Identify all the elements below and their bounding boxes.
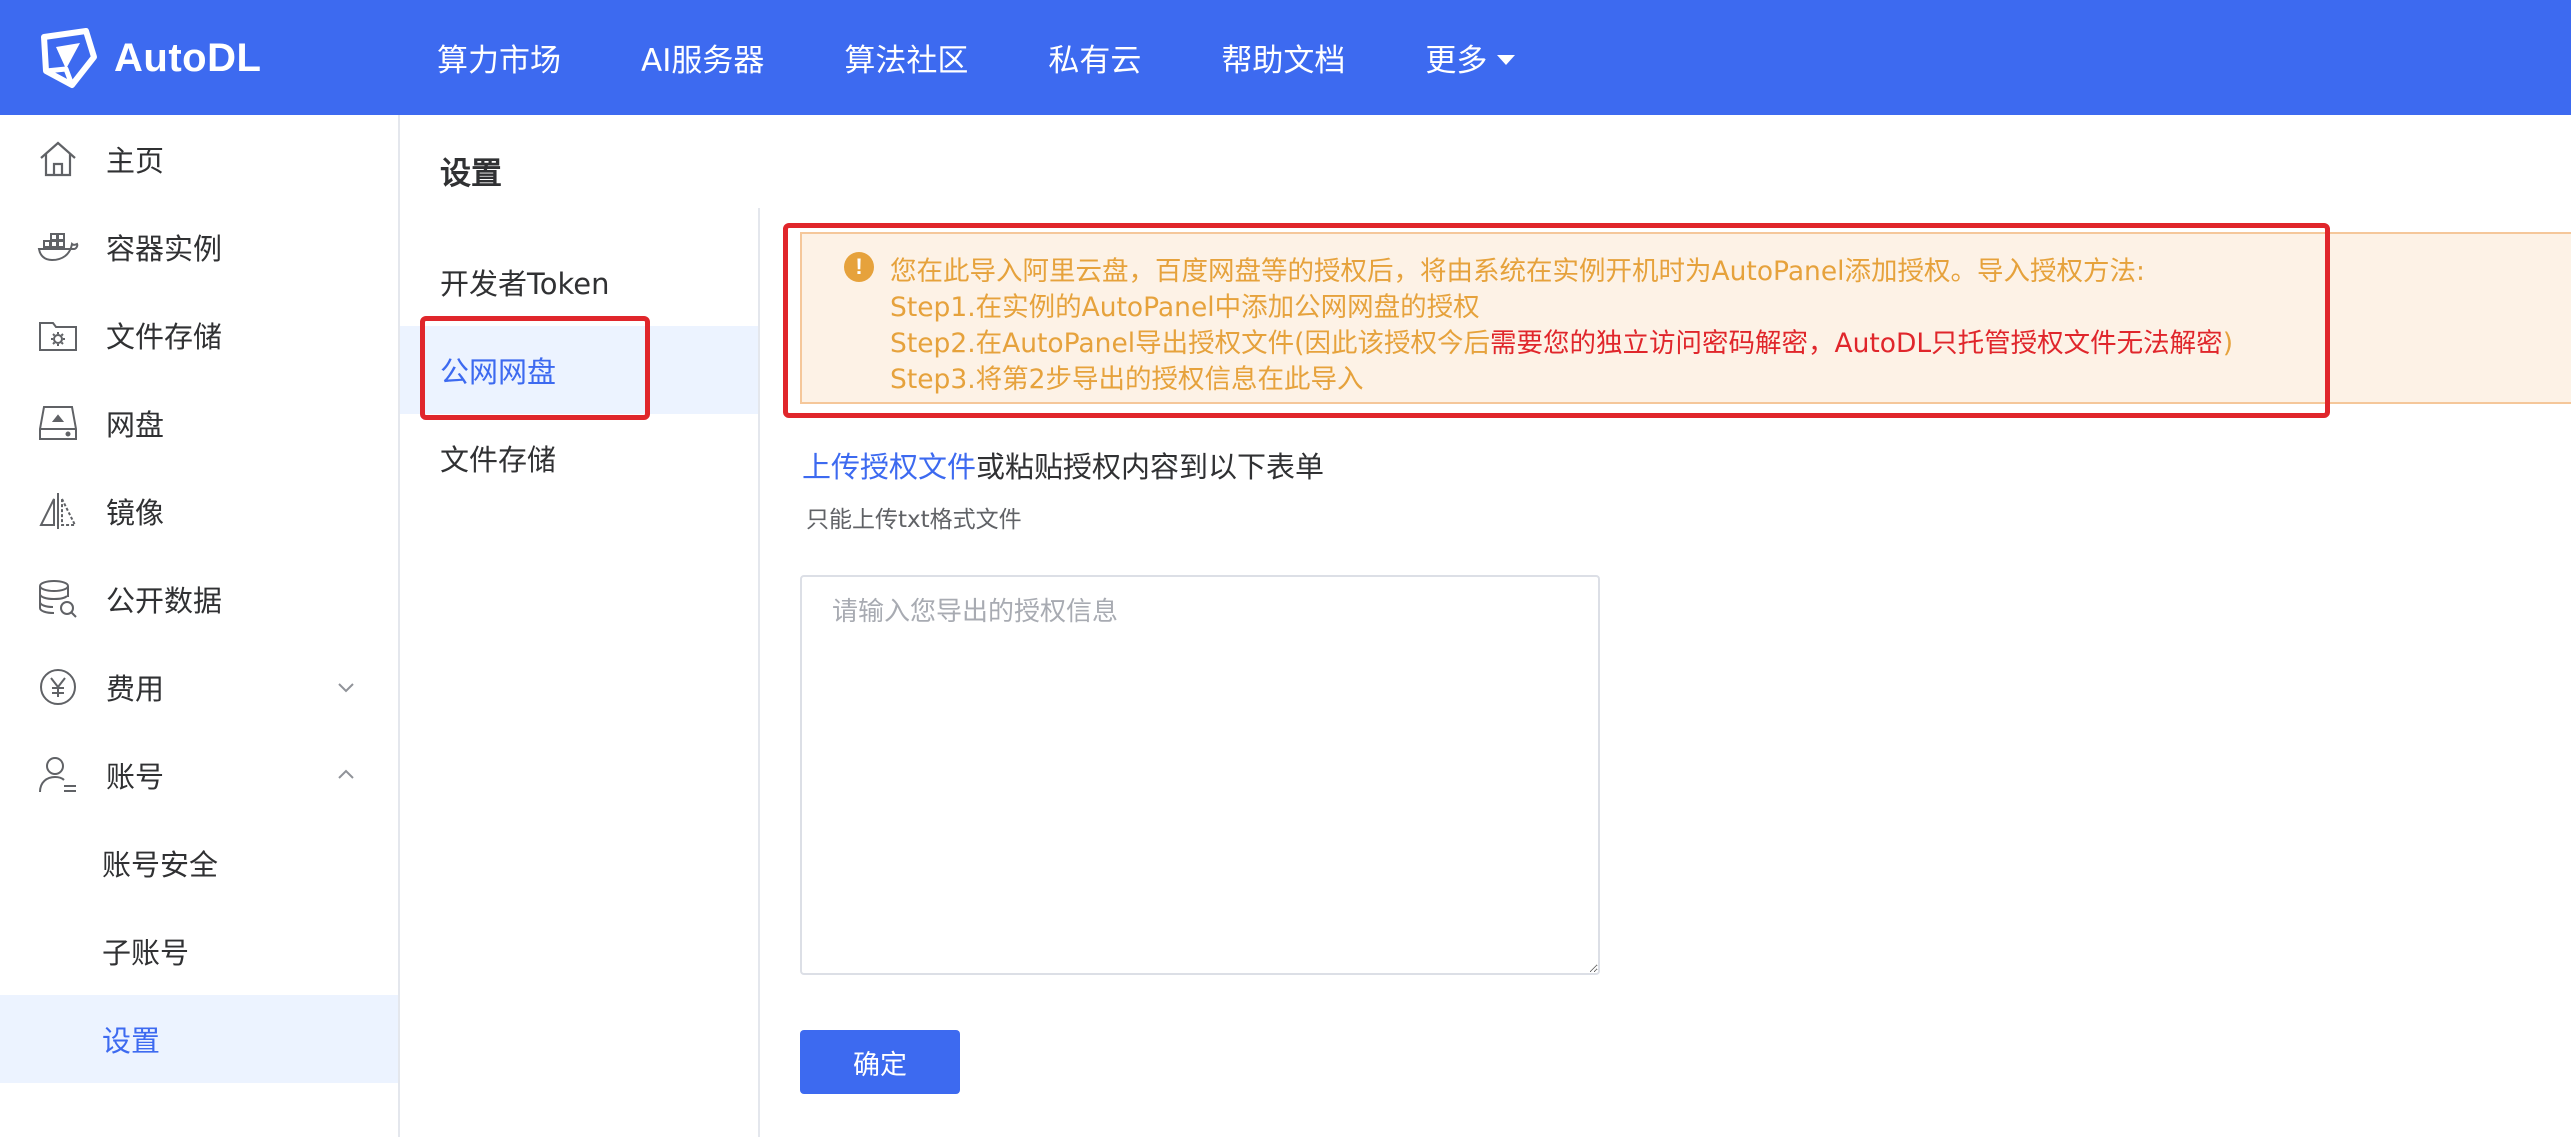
folder-gear-icon [39,322,77,351]
tab-developer-token[interactable]: 开发者Token [400,238,758,326]
sidebar-item-public-data[interactable]: 公开数据 [0,555,398,643]
yen-icon [40,669,76,705]
home-icon [40,141,76,177]
nav-item-compute-market[interactable]: 算力市场 [437,35,561,80]
user-icon [39,757,76,793]
alert-line-3-prefix: Step2.在AutoPanel导出授权文件(因此该授权今后 [890,328,1490,359]
chevron-up-icon [338,769,354,779]
nav-item-ai-server[interactable]: AI服务器 [641,35,764,80]
alert-line-1: 您在此导入阿里云盘，百度网盘等的授权后，将由系统在实例开机时为AutoPanel… [890,256,2145,287]
sidebar-item-label: 账号安全 [102,848,219,882]
page-title: 设置 [440,156,502,192]
brand-name: AutoDL [114,35,262,80]
sidebar-item-file-storage[interactable]: 文件存储 [0,291,398,379]
upload-instructions: 上传授权文件或粘贴授权内容到以下表单 [802,444,1324,486]
sidebar-item-containers[interactable]: 容器实例 [0,203,398,291]
sidebar-item-label: 公开数据 [106,584,223,618]
tab-file-storage[interactable]: 文件存储 [400,414,758,502]
sidebar-item-label: 网盘 [106,408,165,442]
docker-icon [37,233,79,262]
confirm-button[interactable]: 确定 [800,1030,960,1094]
alert-line-3-suffix: ) [2222,328,2234,359]
sidebar-item-images[interactable]: 镜像 [0,467,398,555]
autodl-logo-icon [41,28,97,88]
sidebar-item-label: 账号 [106,760,165,794]
sidebar-item-label: 子账号 [102,936,190,970]
mirror-icon [39,493,77,529]
chevron-down-icon [338,683,354,693]
nav-item-help-docs[interactable]: 帮助文档 [1221,35,1345,80]
tab-public-net-disk[interactable]: 公网网盘 [400,326,758,414]
alert-line-3-emphasis: 需要您的独立访问密码解密，AutoDL只托管授权文件无法解密 [1489,328,2223,359]
database-search-icon [39,580,77,618]
nav-item-algorithm-community[interactable]: 算法社区 [844,35,968,80]
upload-auth-file-link[interactable]: 上传授权文件 [802,450,976,484]
main-nav: 算力市场 AI服务器 算法社区 私有云 帮助文档 更多 [437,0,1595,115]
sidebar-item-label: 主页 [106,144,165,178]
sidebar-item-account[interactable]: 账号 [0,731,398,819]
alert-line-3: Step2.在AutoPanel导出授权文件(因此该授权今后需要您的独立访问密码… [890,321,2233,360]
settings-menu: 开发者Token 公网网盘 文件存储 [400,208,760,1137]
alert-line-4: Step3.将第2步导出的授权信息在此导入 [890,364,1364,395]
tab-label: 文件存储 [440,443,557,477]
disk-icon [39,406,77,440]
upload-instructions-text: 或粘贴授权内容到以下表单 [976,450,1325,484]
upload-hint: 只能上传txt格式文件 [806,507,1022,533]
brand-logo[interactable]: AutoDL [36,22,261,94]
tab-label: 公网网盘 [440,355,557,389]
sidebar: 主页 容器实例 文件存储 网盘 镜像 公开数据 费用 账号 账号安全 子账号 设… [0,115,400,1137]
sidebar-item-settings[interactable]: 设置 [0,995,398,1083]
sidebar-item-label: 镜像 [106,496,165,530]
nav-more-label: 更多 [1425,43,1488,79]
sidebar-item-label: 费用 [106,672,165,706]
exclamation-circle-icon: ! [844,252,874,282]
sidebar-item-net-disk[interactable]: 网盘 [0,379,398,467]
alert-line-2: Step1.在实例的AutoPanel中添加公网网盘的授权 [890,292,1480,323]
sidebar-item-home[interactable]: 主页 [0,115,398,203]
top-nav-bar: AutoDL 算力市场 AI服务器 算法社区 私有云 帮助文档 更多 [0,0,2571,115]
warning-alert: ! 您在此导入阿里云盘，百度网盘等的授权后，将由系统在实例开机时为AutoPan… [800,232,2571,404]
sidebar-item-sub-accounts[interactable]: 子账号 [0,907,398,995]
nav-item-more[interactable]: 更多 [1425,35,1516,80]
nav-item-private-cloud[interactable]: 私有云 [1048,35,1141,80]
sidebar-item-account-security[interactable]: 账号安全 [0,819,398,907]
caret-down-icon [1497,54,1516,65]
tab-label: 开发者Token [440,267,610,301]
auth-info-textarea[interactable] [800,575,1600,975]
sidebar-item-label: 文件存储 [106,320,223,354]
sidebar-item-label: 容器实例 [106,232,223,266]
sidebar-item-label: 设置 [102,1024,161,1058]
sidebar-item-billing[interactable]: 费用 [0,643,398,731]
